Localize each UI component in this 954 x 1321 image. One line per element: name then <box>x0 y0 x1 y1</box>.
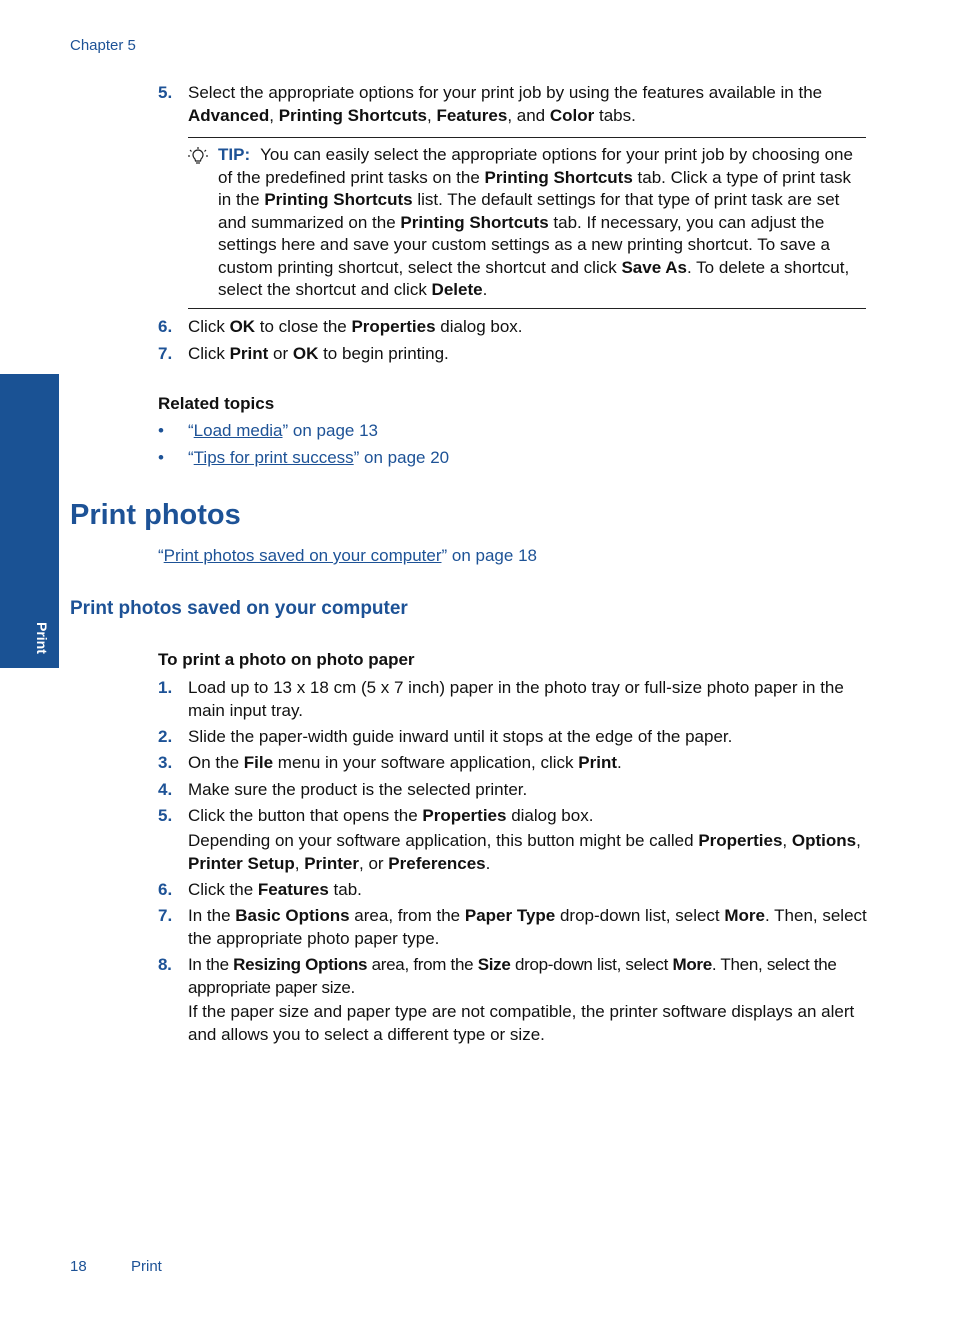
step-item: 3. On the File menu in your software app… <box>158 752 868 775</box>
step-number: 7. <box>158 344 173 363</box>
step-text: Load up to 13 x 18 cm (5 x 7 inch) paper… <box>188 678 844 720</box>
step-number: 6. <box>158 880 173 899</box>
tip-text: TIP: You can easily select the appropriat… <box>218 144 868 302</box>
step-item: 5. Select the appropriate options for yo… <box>158 82 868 127</box>
step-item: 2. Slide the paper-width guide inward un… <box>158 726 868 749</box>
step-text: Select the appropriate options for your … <box>188 83 823 125</box>
step-number: 5. <box>158 83 173 102</box>
step-number: 2. <box>158 727 173 746</box>
step-text: Click the Features tab. <box>188 880 362 899</box>
step-text: Click the button that opens the Properti… <box>188 806 594 825</box>
related-topics-heading: Related topics <box>158 394 275 413</box>
step-number: 4. <box>158 780 173 799</box>
side-tab <box>0 374 59 668</box>
tip-content: You can easily select the appropriate op… <box>218 145 853 299</box>
step-item: 7. Click Print or OK to begin printing. <box>158 343 868 366</box>
bullet: • <box>158 448 164 467</box>
step-item: 6. Click the Features tab. <box>158 879 868 902</box>
step-note: Depending on your software application, … <box>188 831 861 873</box>
tip-box: TIP: You can easily select the appropriat… <box>188 137 866 309</box>
step-item: 7. In the Basic Options area, from the P… <box>158 905 868 950</box>
footer-section: Print <box>131 1258 162 1275</box>
step-number: 3. <box>158 753 173 772</box>
print-photos-saved-link[interactable]: Print photos saved on your computer <box>164 546 442 565</box>
step-number: 7. <box>158 906 173 925</box>
step-text: In the Basic Options area, from the Pape… <box>188 906 867 948</box>
step-number: 1. <box>158 678 173 697</box>
step-item: 8. In the Resizing Options area, from th… <box>158 954 868 999</box>
chapter-header: Chapter 5 <box>70 37 136 54</box>
section-title: Print photos <box>70 499 241 531</box>
step-text: Slide the paper-width guide inward until… <box>188 727 733 746</box>
step-text: In the Resizing Options area, from the S… <box>188 955 837 997</box>
side-tab-label: Print <box>34 622 50 654</box>
page-number: 18 <box>70 1258 87 1275</box>
step-text: On the File menu in your software applic… <box>188 753 622 772</box>
step-number: 5. <box>158 806 173 825</box>
section-xref: “Print photos saved on your computer” on… <box>158 546 537 565</box>
step-text: Make sure the product is the selected pr… <box>188 780 528 799</box>
related-link-entry: “Tips for print success” on page 20 <box>188 448 450 467</box>
subsection-title: Print photos saved on your computer <box>70 598 408 619</box>
step-item: 5. Click the button that opens the Prope… <box>158 805 868 828</box>
step-item: 1. Load up to 13 x 18 cm (5 x 7 inch) pa… <box>158 677 868 722</box>
step-item: 6. Click OK to close the Properties dial… <box>158 316 868 339</box>
step-text: Click Print or OK to begin printing. <box>188 344 449 363</box>
lightbulb-icon <box>188 147 208 164</box>
related-link-entry: “Load media” on page 13 <box>188 421 378 440</box>
tips-print-success-link[interactable]: Tips for print success <box>194 448 354 467</box>
step-note: If the paper size and paper type are not… <box>188 1002 855 1044</box>
load-media-link[interactable]: Load media <box>194 421 283 440</box>
tip-label: TIP: <box>218 145 251 164</box>
step-number: 6. <box>158 317 173 336</box>
step-item: 4. Make sure the product is the selected… <box>158 779 868 802</box>
step-number: 8. <box>158 955 172 974</box>
bullet: • <box>158 421 164 440</box>
step-text: Click OK to close the Properties dialog … <box>188 317 523 336</box>
procedure-heading: To print a photo on photo paper <box>158 650 415 669</box>
